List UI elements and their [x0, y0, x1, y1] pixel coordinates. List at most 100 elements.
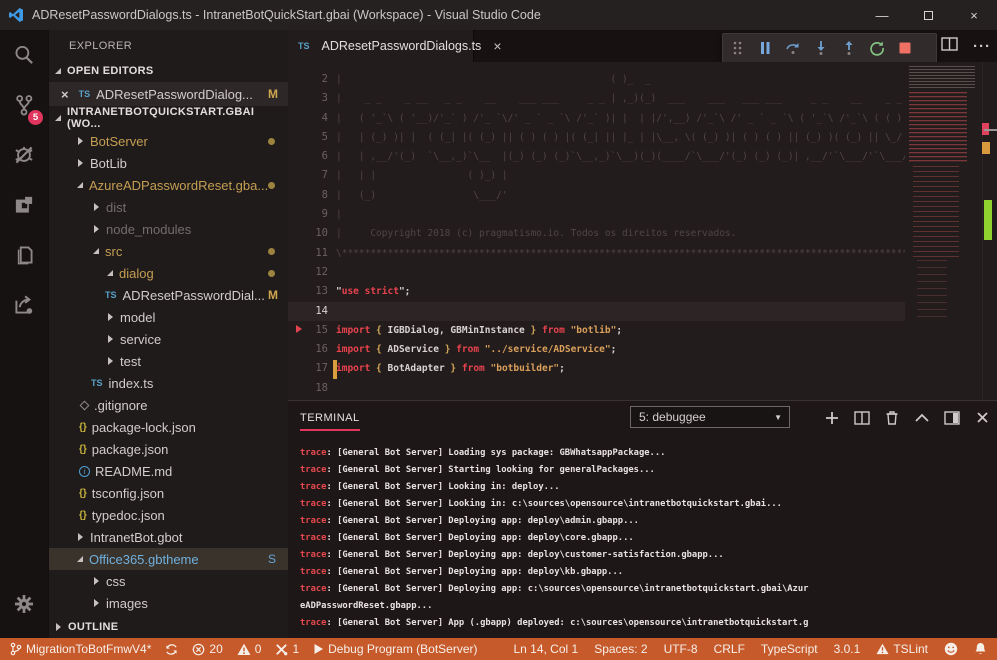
tree-item[interactable]: images	[49, 592, 288, 614]
explorer-title: EXPLORER	[49, 30, 288, 60]
drag-handle-icon[interactable]	[723, 34, 751, 62]
search-icon[interactable]	[0, 30, 48, 80]
tree-item[interactable]: BotServer	[49, 130, 288, 152]
maximize-button[interactable]	[905, 0, 951, 30]
tree-item[interactable]: BotLib	[49, 152, 288, 174]
extensions-icon[interactable]	[0, 180, 48, 230]
feedback-smiley-item[interactable]	[944, 642, 958, 656]
close-button[interactable]: ×	[951, 0, 997, 30]
open-editors-header[interactable]: OPEN EDITORS	[49, 60, 288, 82]
split-terminal-icon[interactable]	[847, 405, 877, 431]
cursor-position-item[interactable]: Ln 14, Col 1	[513, 642, 578, 656]
tree-item[interactable]: Office365.gbthemeS	[49, 548, 288, 570]
debug-icon[interactable]	[0, 130, 48, 180]
more-actions-icon[interactable]: ···	[973, 38, 991, 55]
modified-dot	[268, 270, 275, 277]
chevron-down-icon: ▼	[774, 413, 782, 422]
tree-item[interactable]: dialog	[49, 262, 288, 284]
share-icon[interactable]	[0, 280, 48, 330]
maximize-panel-icon[interactable]	[907, 405, 937, 431]
tree-item[interactable]: AzureADPasswordReset.gba...	[49, 174, 288, 196]
code-editor[interactable]: 2| ( )_ _3| _ _ _ __ _ _ __ ___ ___ _ _ …	[288, 62, 997, 400]
sync-item[interactable]	[165, 643, 178, 656]
tree-item[interactable]: dist	[49, 196, 288, 218]
json-file-icon: {}	[79, 422, 87, 433]
step-into-button[interactable]	[807, 34, 835, 62]
tree-item-label: model	[120, 310, 155, 325]
close-panel-icon[interactable]	[967, 405, 997, 431]
tab-adresetpassworddialogs[interactable]: TS ADResetPasswordDialogs.ts ×	[288, 30, 474, 62]
tree-item[interactable]: {}package.json	[49, 438, 288, 460]
minimize-button[interactable]: —	[859, 0, 905, 30]
chevron-collapsed-icon	[108, 313, 113, 321]
tree-item[interactable]: css	[49, 570, 288, 592]
language-item[interactable]: TypeScript	[761, 642, 818, 656]
tree-item[interactable]: TSADResetPasswordDial...M	[49, 284, 288, 306]
errors-item[interactable]: 20	[192, 642, 222, 656]
close-editor-icon[interactable]: ×	[61, 87, 69, 102]
restart-button[interactable]	[863, 34, 891, 62]
open-editor-item[interactable]: × TS ADResetPasswordDialog... M	[49, 82, 288, 106]
tree-item[interactable]: test	[49, 350, 288, 372]
vscode-window: ADResetPasswordDialogs.ts - IntranetBotQ…	[0, 0, 997, 660]
tree-item[interactable]: {} package-lock.json	[49, 416, 288, 438]
tree-item[interactable]: TSindex.ts	[49, 372, 288, 394]
notifications-bell-item[interactable]	[974, 642, 987, 656]
terminal-line: trace: [General Bot Server] Deploying ap…	[300, 530, 990, 547]
step-out-button[interactable]	[835, 34, 863, 62]
kill-terminal-icon[interactable]	[877, 405, 907, 431]
code-lines: 2| ( )_ _3| _ _ _ __ _ _ __ ___ ___ _ _ …	[288, 62, 997, 400]
tree-item[interactable]: IntranetBot.gbot	[49, 526, 288, 548]
terminal-tab[interactable]: TERMINAL	[300, 401, 360, 434]
settings-gear-icon[interactable]	[0, 584, 48, 624]
tree-item[interactable]: .gitignore	[49, 394, 288, 416]
tab-close-icon[interactable]: ×	[493, 38, 501, 54]
active-tab-underline	[300, 429, 360, 431]
terminal-output[interactable]: trace: [General Bot Server] Loading sys …	[300, 445, 990, 632]
tree-item[interactable]: src	[49, 240, 288, 262]
code-line: 8| (_) \___/'	[288, 186, 905, 205]
chevron-collapsed-icon	[78, 159, 83, 167]
tree-item[interactable]: {}tsconfig.json	[49, 482, 288, 504]
code-line: 12	[288, 263, 905, 282]
eol-item[interactable]: CRLF	[714, 642, 745, 656]
modified-badge: M	[268, 288, 278, 302]
pause-button[interactable]	[751, 34, 779, 62]
info-file-icon: i	[79, 466, 90, 477]
chevron-collapsed-icon	[94, 203, 99, 211]
chevron-expanded-icon	[93, 248, 99, 254]
tslint-item[interactable]: TSLint	[876, 642, 928, 656]
tree-item[interactable]: node_modules	[49, 218, 288, 240]
new-terminal-icon[interactable]	[817, 405, 847, 431]
tools-icon	[275, 643, 288, 656]
pages-icon[interactable]	[0, 230, 48, 280]
source-control-icon[interactable]: 5	[0, 80, 48, 130]
terminal-selector-dropdown[interactable]: 5: debuggee ▼	[630, 406, 790, 428]
chevron-collapsed-icon	[94, 599, 99, 607]
chevron-expanded-icon	[55, 68, 61, 74]
tree-item[interactable]: model	[49, 306, 288, 328]
git-branch-icon	[10, 642, 22, 656]
split-editor-icon[interactable]	[941, 36, 959, 57]
play-icon	[313, 643, 324, 655]
workspace-header[interactable]: INTRANETBOTQUICKSTART.GBAI (WO...	[49, 106, 288, 130]
tree-item-label: package-lock.json	[92, 420, 196, 435]
git-branch-item[interactable]: MigrationToBotFmwV4*	[10, 642, 151, 656]
debug-status-item[interactable]: Debug Program (BotServer)	[313, 642, 477, 656]
code-line: 2| ( )_ _	[288, 70, 905, 89]
indentation-item[interactable]: Spaces: 2	[594, 642, 647, 656]
minimap[interactable]	[905, 62, 982, 400]
chevron-collapsed-icon	[94, 577, 99, 585]
encoding-item[interactable]: UTF-8	[664, 642, 698, 656]
tree-item[interactable]: iREADME.md	[49, 460, 288, 482]
tree-item[interactable]: service	[49, 328, 288, 350]
outline-header[interactable]: OUTLINE	[49, 616, 289, 638]
tasks-item[interactable]: 1	[275, 642, 299, 656]
toggle-panel-icon[interactable]	[937, 405, 967, 431]
chevron-collapsed-icon	[108, 335, 113, 343]
version-item[interactable]: 3.0.1	[834, 642, 861, 656]
tree-item[interactable]: {}typedoc.json	[49, 504, 288, 526]
step-over-button[interactable]	[779, 34, 807, 62]
stop-button[interactable]	[891, 34, 919, 62]
warnings-item[interactable]: 0	[237, 642, 262, 656]
